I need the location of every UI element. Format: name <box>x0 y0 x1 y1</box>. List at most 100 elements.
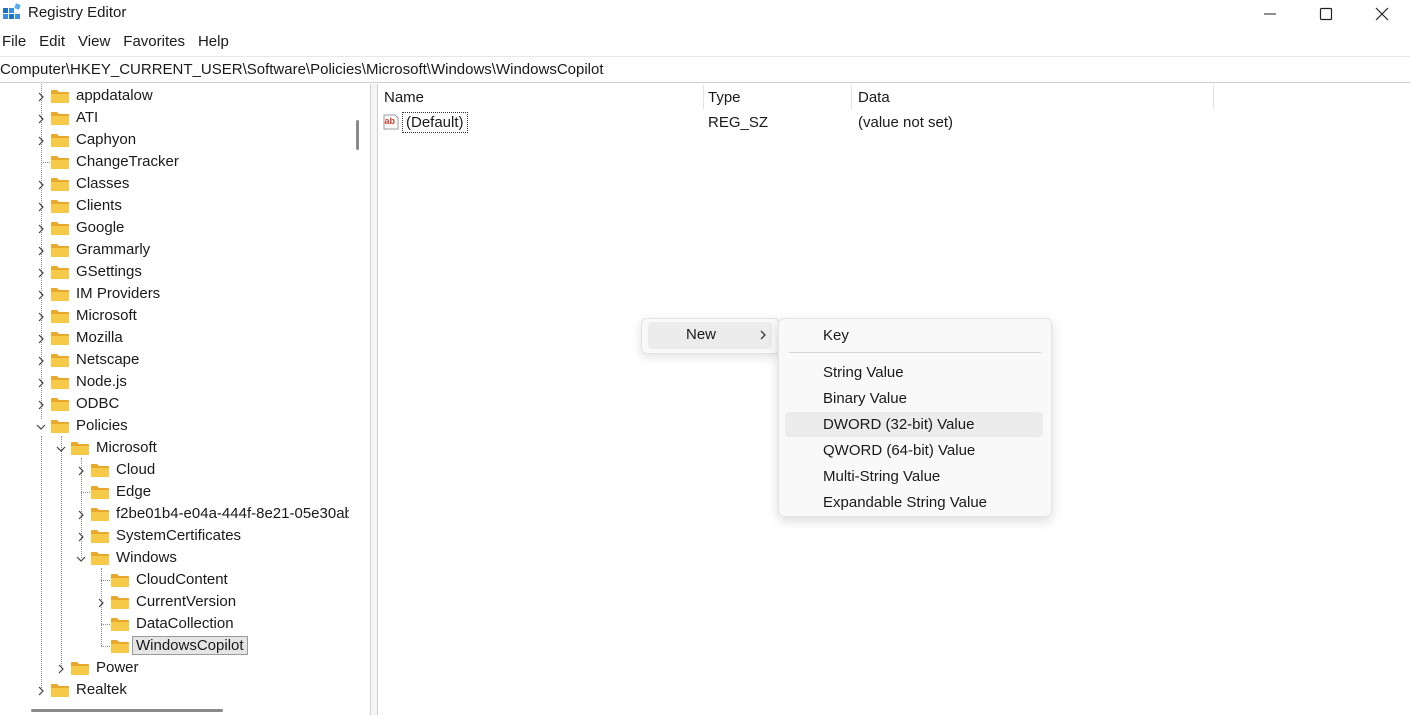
tree-node[interactable]: CurrentVersion <box>0 591 349 613</box>
tree-node[interactable]: ChangeTracker <box>0 151 349 173</box>
tree-node[interactable]: Cloud <box>0 459 349 481</box>
menu-favorites[interactable]: Favorites <box>121 33 196 55</box>
tree-node[interactable]: CloudContent <box>0 569 349 591</box>
tree-node-label[interactable]: SystemCertificates <box>116 527 241 544</box>
column-type[interactable]: Type <box>703 85 852 109</box>
tree-node[interactable]: Microsoft <box>0 437 349 459</box>
maximize-button[interactable] <box>1298 0 1354 27</box>
tree-node[interactable]: Caphyon <box>0 129 349 151</box>
tree-node[interactable]: Mozilla <box>0 327 349 349</box>
column-name[interactable]: Name <box>377 85 704 109</box>
minimize-button[interactable] <box>1242 0 1298 27</box>
tree-node-label[interactable]: Windows <box>116 549 177 566</box>
tree-node-label[interactable]: Google <box>76 219 124 236</box>
tree-node-label[interactable]: Cloud <box>116 461 155 478</box>
pane-splitter[interactable] <box>370 84 378 715</box>
tree-node[interactable]: Windows <box>0 547 349 569</box>
chevron-right-icon[interactable] <box>35 398 47 410</box>
chevron-right-icon[interactable] <box>35 222 47 234</box>
tree-node-label[interactable]: Grammarly <box>76 241 150 258</box>
tree-node[interactable]: appdatalow <box>0 85 349 107</box>
key-tree[interactable]: appdatalow ATI Caphyon ChangeTracker Classes… <box>0 84 349 704</box>
submenu-string-value[interactable]: String Value <box>785 360 1043 385</box>
tree-node-label[interactable]: Power <box>96 659 139 676</box>
tree-node[interactable]: Netscape <box>0 349 349 371</box>
tree-node[interactable]: ODBC <box>0 393 349 415</box>
tree-node-label[interactable]: ChangeTracker <box>76 153 179 170</box>
tree-node-label[interactable]: GSettings <box>76 263 142 280</box>
tree-node-label[interactable]: ODBC <box>76 395 119 412</box>
chevron-right-icon[interactable] <box>55 662 67 674</box>
chevron-down-icon[interactable] <box>75 552 87 564</box>
chevron-right-icon[interactable] <box>75 530 87 542</box>
tree-node-label[interactable]: Realtek <box>76 681 127 698</box>
tree-node[interactable]: Node.js <box>0 371 349 393</box>
chevron-right-icon[interactable] <box>35 310 47 322</box>
column-data[interactable]: Data <box>851 85 1214 109</box>
chevron-right-icon[interactable] <box>35 684 47 696</box>
chevron-right-icon[interactable] <box>95 596 107 608</box>
address-path[interactable]: Computer\HKEY_CURRENT_USER\Software\Poli… <box>0 61 604 78</box>
tree-node[interactable]: WindowsCopilot <box>0 635 349 657</box>
chevron-right-icon[interactable] <box>35 112 47 124</box>
tree-node-label[interactable]: Classes <box>76 175 129 192</box>
tree-node-label[interactable]: CloudContent <box>136 571 228 588</box>
tree-node[interactable]: Google <box>0 217 349 239</box>
submenu-dword-value[interactable]: DWORD (32-bit) Value <box>785 412 1043 437</box>
tree-vertical-scrollbar[interactable] <box>356 120 359 150</box>
chevron-right-icon[interactable] <box>35 244 47 256</box>
chevron-right-icon[interactable] <box>75 464 87 476</box>
tree-node[interactable]: IM Providers <box>0 283 349 305</box>
tree-node-label[interactable]: Edge <box>116 483 151 500</box>
tree-node[interactable]: Classes <box>0 173 349 195</box>
submenu-multi-string-value[interactable]: Multi-String Value <box>785 464 1043 489</box>
chevron-right-icon[interactable] <box>35 354 47 366</box>
context-menu-new[interactable]: New <box>648 322 772 349</box>
submenu-key[interactable]: Key <box>785 323 1043 348</box>
tree-horizontal-scrollbar[interactable] <box>31 709 223 712</box>
tree-node[interactable]: Clients <box>0 195 349 217</box>
tree-node-label[interactable]: appdatalow <box>76 87 153 104</box>
tree-node[interactable]: Edge <box>0 481 349 503</box>
tree-node[interactable]: GSettings <box>0 261 349 283</box>
chevron-down-icon[interactable] <box>35 420 47 432</box>
tree-node[interactable]: DataCollection <box>0 613 349 635</box>
tree-node-label[interactable]: Netscape <box>76 351 139 368</box>
tree-node-label[interactable]: f2be01b4-e04a-444f-8e21-05e30ab <box>116 505 349 522</box>
chevron-right-icon[interactable] <box>35 178 47 190</box>
chevron-right-icon[interactable] <box>35 134 47 146</box>
menu-view[interactable]: View <box>76 33 121 55</box>
tree-node[interactable]: Grammarly <box>0 239 349 261</box>
menu-help[interactable]: Help <box>196 33 240 55</box>
chevron-right-icon[interactable] <box>35 90 47 102</box>
tree-node-label[interactable]: Mozilla <box>76 329 123 346</box>
tree-node[interactable]: f2be01b4-e04a-444f-8e21-05e30ab <box>0 503 349 525</box>
chevron-down-icon[interactable] <box>55 442 67 454</box>
tree-node-label[interactable]: CurrentVersion <box>136 593 236 610</box>
tree-node-label[interactable]: Microsoft <box>96 439 157 456</box>
tree-node[interactable]: ATI <box>0 107 349 129</box>
submenu-binary-value[interactable]: Binary Value <box>785 386 1043 411</box>
address-bar[interactable]: Computer\HKEY_CURRENT_USER\Software\Poli… <box>0 58 1410 83</box>
menu-edit[interactable]: Edit <box>37 33 76 55</box>
value-row[interactable]: ab (Default) REG_SZ (value not set) <box>377 112 1377 134</box>
chevron-right-icon[interactable] <box>35 266 47 278</box>
tree-node[interactable]: Microsoft <box>0 305 349 327</box>
chevron-right-icon[interactable] <box>75 508 87 520</box>
tree-node-label[interactable]: Caphyon <box>76 131 136 148</box>
submenu-qword-value[interactable]: QWORD (64-bit) Value <box>785 438 1043 463</box>
chevron-right-icon[interactable] <box>35 376 47 388</box>
tree-node[interactable]: Realtek <box>0 679 349 701</box>
chevron-right-icon[interactable] <box>35 332 47 344</box>
chevron-right-icon[interactable] <box>35 288 47 300</box>
tree-node-label[interactable]: Node.js <box>76 373 127 390</box>
chevron-right-icon[interactable] <box>35 200 47 212</box>
tree-node[interactable]: SystemCertificates <box>0 525 349 547</box>
tree-node-label[interactable]: DataCollection <box>136 615 234 632</box>
tree-node-label[interactable]: Policies <box>76 417 128 434</box>
submenu-expandable-string-value[interactable]: Expandable String Value <box>785 490 1043 515</box>
tree-node-label[interactable]: WindowsCopilot <box>132 636 248 655</box>
close-button[interactable] <box>1354 0 1410 27</box>
value-name[interactable]: (Default) <box>402 112 468 133</box>
tree-node-label[interactable]: ATI <box>76 109 98 126</box>
